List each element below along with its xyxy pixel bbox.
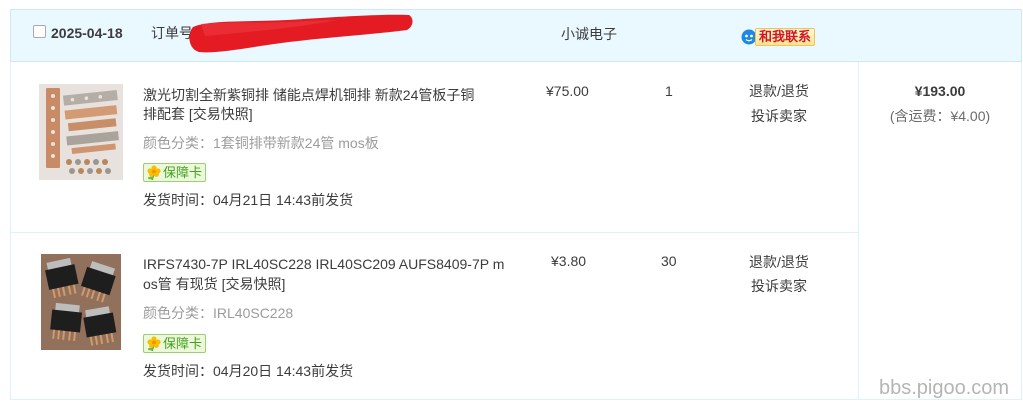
trade-snapshot-link[interactable]: [交易快照] <box>189 106 253 122</box>
order-date: 2025-04-18 <box>51 25 123 41</box>
product-title-link[interactable]: os管 有现货 <box>143 276 218 292</box>
product-title-line: 排配套 [交易快照] <box>143 104 253 124</box>
contact-seller-button[interactable]: 和我联系 <box>741 28 823 46</box>
order-card: 2025-04-18 订单号 小诚电子 和我联系 激光切割全新紫铜排 储能点焊机… <box>0 0 1023 409</box>
order-item-row: 激光切割全新紫铜排 储能点焊机铜排 新款24管板子铜 排配套 [交易快照] 颜色… <box>11 62 858 232</box>
quantity: 1 <box>665 83 673 99</box>
order-total-column: ¥193.00 (含运费：¥4.00) <box>858 62 1021 399</box>
site-watermark: bbs.pigoo.com <box>879 377 1010 399</box>
flower-icon <box>147 336 161 352</box>
guarantee-card-label: 保障卡 <box>163 165 203 180</box>
product-image[interactable] <box>41 254 121 350</box>
unit-price: ¥3.80 <box>551 253 587 269</box>
quantity: 30 <box>661 253 677 269</box>
shop-name-link[interactable]: 小诚电子 <box>561 24 617 44</box>
sku-info: 颜色分类：1套铜排带新款24管 mos板 <box>143 133 379 153</box>
product-title-link[interactable]: 排配套 <box>143 106 185 122</box>
sku-label: 颜色分类： <box>143 305 213 321</box>
sku-value: IRL40SC228 <box>213 305 294 321</box>
unit-price: ¥75.00 <box>546 83 589 99</box>
complain-seller-link[interactable]: 投诉卖家 <box>731 106 827 126</box>
refund-return-link[interactable]: 退款/退货 <box>731 252 827 272</box>
ship-time: 发货时间：04月20日 14:43前发货 <box>143 363 354 379</box>
product-title-link[interactable]: 激光切割全新紫铜排 储能点焊机铜排 新款24管板子铜 <box>143 85 474 105</box>
copper-busbar-strip <box>46 88 60 168</box>
order-total-amount: ¥193.00 <box>914 83 966 99</box>
order-item-row: IRFS7430-7P IRL40SC228 IRL40SC209 AUFS84… <box>11 232 858 399</box>
complain-seller-link[interactable]: 投诉卖家 <box>731 276 827 296</box>
order-checkbox[interactable] <box>33 25 46 38</box>
order-header: 2025-04-18 订单号 小诚电子 和我联系 <box>10 9 1022 62</box>
ship-time: 发货时间：04月21日 14:43前发货 <box>143 192 354 208</box>
guarantee-card-badge[interactable]: 保障卡 <box>143 163 206 182</box>
product-image[interactable] <box>39 84 123 180</box>
sku-value: 1套铜排带新款24管 mos板 <box>213 135 379 151</box>
refund-return-link[interactable]: 退款/退货 <box>731 81 827 101</box>
flower-icon <box>147 165 161 181</box>
guarantee-card-badge[interactable]: 保障卡 <box>143 334 206 353</box>
contact-seller-label: 和我联系 <box>755 28 816 46</box>
sku-label: 颜色分类： <box>143 135 213 151</box>
order-number-redaction <box>189 14 413 53</box>
product-title-line: os管 有现货 [交易快照] <box>143 274 285 294</box>
trade-snapshot-link[interactable]: [交易快照] <box>222 276 286 292</box>
product-title-link[interactable]: IRFS7430-7P IRL40SC228 IRL40SC209 AUFS84… <box>143 254 504 274</box>
guarantee-card-label: 保障卡 <box>163 336 203 351</box>
order-body: 激光切割全新紫铜排 储能点焊机铜排 新款24管板子铜 排配套 [交易快照] 颜色… <box>10 62 1022 400</box>
shipping-fee-note: (含运费：¥4.00) <box>889 108 991 124</box>
sku-info: 颜色分类：IRL40SC228 <box>143 303 293 323</box>
